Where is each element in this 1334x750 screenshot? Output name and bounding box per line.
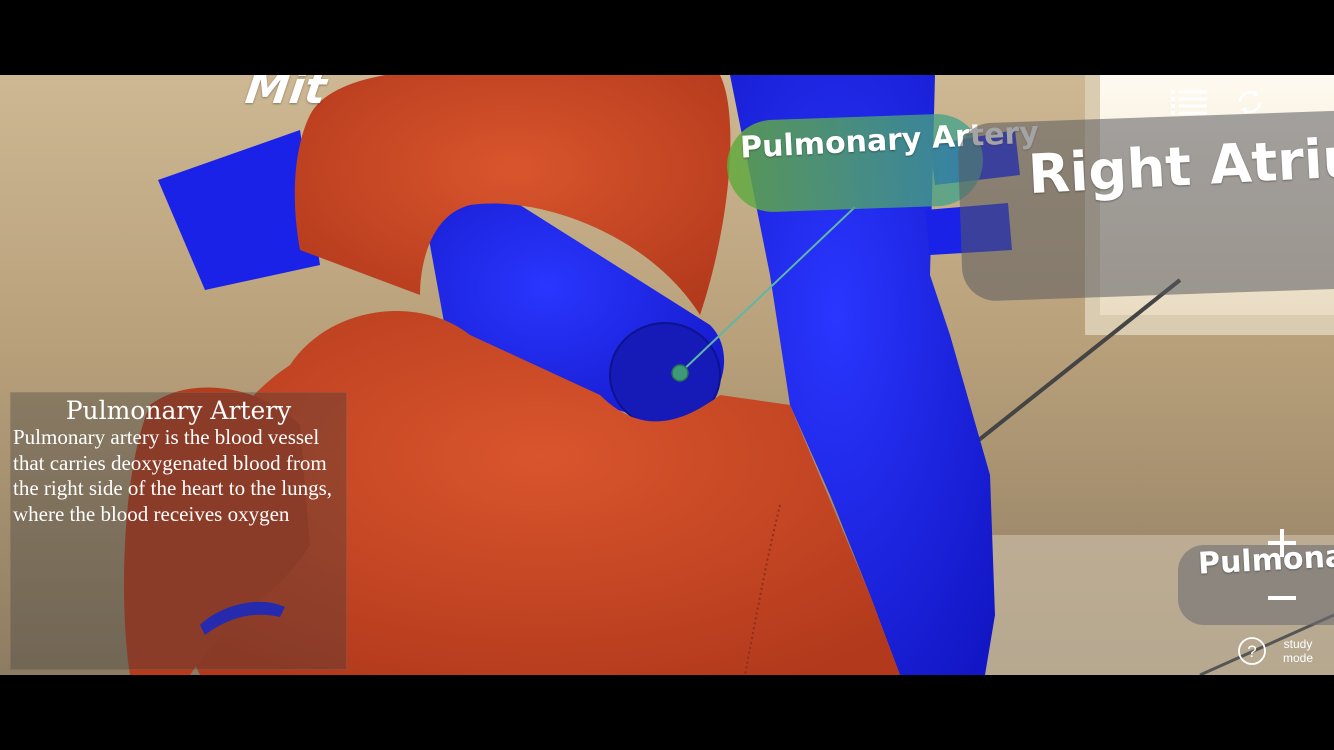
menu-button[interactable] xyxy=(1170,87,1208,117)
label-anchor-dot[interactable] xyxy=(671,364,689,382)
list-icon xyxy=(1171,90,1207,115)
refresh-icon xyxy=(1238,90,1262,114)
zoom-out-button[interactable] xyxy=(1262,580,1302,616)
reset-button[interactable] xyxy=(1233,85,1267,119)
plus-icon xyxy=(1268,529,1296,557)
question-circle-icon: ? xyxy=(1238,637,1266,665)
info-panel-description: Pulmonary artery is the blood vessel tha… xyxy=(13,425,333,526)
bottom-letterbox xyxy=(0,675,1334,750)
info-panel-title: Pulmonary Artery xyxy=(65,396,292,425)
ar-viewport[interactable]: Mit Pulmonary Artery Right Atrium Pulmon… xyxy=(0,75,1334,675)
help-button[interactable]: ? xyxy=(1236,635,1268,667)
top-letterbox xyxy=(0,0,1334,75)
svg-text:?: ? xyxy=(1247,642,1256,661)
structure-info-panel: Pulmonary Artery Pulmonary artery is the… xyxy=(10,392,347,670)
zoom-in-button[interactable] xyxy=(1262,523,1302,563)
minus-icon xyxy=(1268,596,1296,600)
study-mode-label[interactable]: study mode xyxy=(1280,637,1316,665)
mitral-valve-label[interactable]: Mit xyxy=(242,75,329,114)
